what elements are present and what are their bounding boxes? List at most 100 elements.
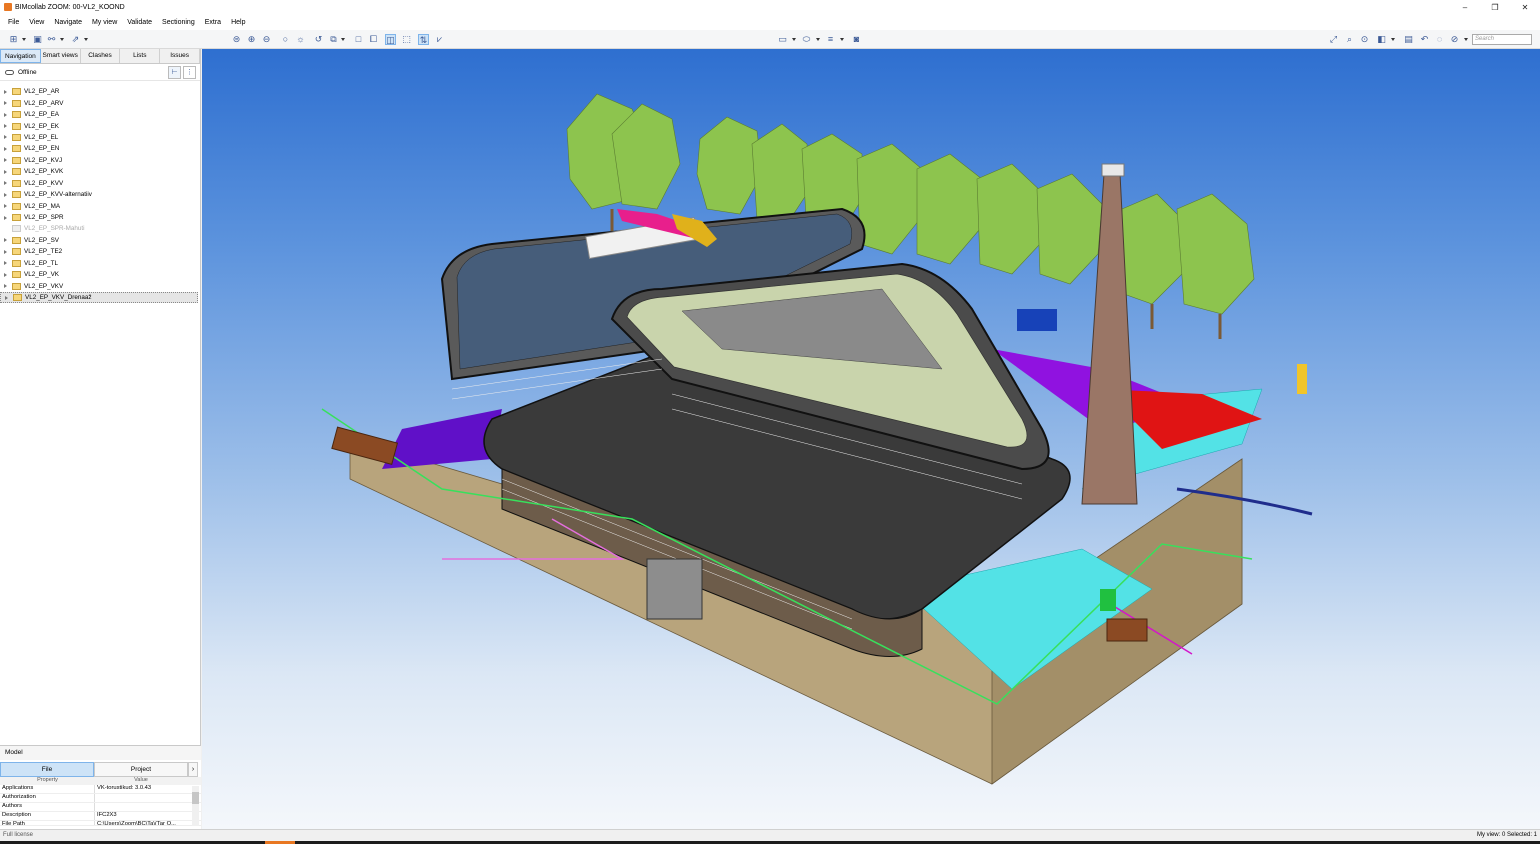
list-view-icon[interactable]: ⋮ [183,66,196,79]
tree-view-icon[interactable]: ⊢ [168,66,181,79]
line-style-icon[interactable]: ▭ [777,34,788,45]
display-mode-icon[interactable]: ◧ [1376,34,1387,45]
tree-item[interactable]: VL2_EP_SPR [0,212,200,223]
expand-icon[interactable] [4,146,7,151]
box-select-icon[interactable]: □ [353,34,364,45]
tree-item[interactable]: VL2_EP_EA [0,109,200,120]
menu-validate[interactable]: Validate [127,19,152,26]
hide-icon[interactable]: ◌ [1434,34,1445,45]
orbit-icon[interactable]: ○ [280,34,291,45]
expand-icon[interactable] [4,261,7,266]
tab-clashes[interactable]: Clashes [81,49,121,63]
3d-viewport[interactable] [202,49,1540,829]
snapshot-icon[interactable]: ◙ [851,34,862,45]
fit-view-icon[interactable]: ⤢ [1328,34,1339,45]
undo-view-icon[interactable]: ↺ [313,34,324,45]
menu-sectioning[interactable]: Sectioning [162,19,195,26]
tree-item[interactable]: VL2_EP_VK [0,269,200,280]
tab-file[interactable]: File [0,762,94,777]
table-row[interactable]: File Path C:\Users\Zoom\BC\Ta\(Tar O... [0,821,201,826]
tab-smart-views[interactable]: Smart views [41,49,81,63]
isolate-icon[interactable]: ⊘ [1449,34,1460,45]
chevron-down-icon[interactable] [341,38,345,41]
chevron-down-icon[interactable] [22,38,26,41]
save-view-icon[interactable]: ▤ [1403,34,1414,45]
expand-icon[interactable] [4,181,7,186]
properties-scrollbar[interactable] [192,786,199,826]
menu-file[interactable]: File [8,19,19,26]
table-row[interactable]: Description IFC2X3 [0,812,201,821]
tree-item[interactable]: VL2_EP_TE2 [0,246,200,257]
tree-item[interactable]: VL2_EP_EN [0,143,200,154]
menu-help[interactable]: Help [231,19,245,26]
table-row[interactable]: Authors [0,803,201,812]
expand-icon[interactable] [4,124,7,129]
expand-icon[interactable] [4,204,7,209]
tree-item[interactable]: VL2_EP_TL [0,258,200,269]
tree-item[interactable]: VL2_EP_KVV-alternatiiv [0,189,200,200]
table-row[interactable]: Applications VK-torustikud: 3.0.43 [0,785,201,794]
rotate-left-icon[interactable]: ↶ [1419,34,1430,45]
chevron-down-icon[interactable] [792,38,796,41]
tree-item[interactable]: VL2_EP_SPR-Mahuti [0,223,200,234]
chevron-down-icon[interactable] [840,38,844,41]
tree-item[interactable]: VL2_EP_KVV [0,178,200,189]
menu-my-view[interactable]: My view [92,19,117,26]
tab-issues[interactable]: Issues [160,49,200,63]
expand-icon[interactable] [4,238,7,243]
expand-icon[interactable] [4,249,7,254]
menu-view[interactable]: View [29,19,44,26]
tab-project[interactable]: Project [94,762,188,777]
expand-icon[interactable] [4,192,7,197]
tree-item-selected[interactable]: VL2_EP_VKV_Drenaaž [0,291,198,304]
table-row[interactable]: Authorization [0,794,201,803]
ellipse-icon[interactable]: ⬭ [801,34,812,45]
expand-icon[interactable] [4,89,7,94]
minimize-button[interactable]: – [1450,0,1480,14]
camera-icon[interactable]: ⧉ [328,34,339,45]
chevron-down-icon[interactable] [816,38,820,41]
cube-icon[interactable]: ⬚ [401,34,412,45]
zoom-in-icon[interactable]: ⊕ [246,34,257,45]
menu-navigate[interactable]: Navigate [54,19,82,26]
zoom-selection-icon[interactable]: ⊙ [1359,34,1370,45]
chevron-down-icon[interactable] [84,38,88,41]
restore-button[interactable]: ❐ [1480,0,1510,14]
menu-extra[interactable]: Extra [205,19,221,26]
close-button[interactable]: ✕ [1510,0,1540,14]
walk-icon[interactable]: ⇅ [418,34,429,45]
layers-icon[interactable]: ≡ [825,34,836,45]
measure-icon[interactable]: ⩗ [434,34,445,45]
tree-item[interactable]: VL2_EP_EL [0,132,200,143]
tree-item[interactable]: VL2_EP_KVJ [0,155,200,166]
save-icon[interactable]: ▣ [32,34,43,45]
tree-item[interactable]: VL2_EP_AR [0,86,200,97]
open-file-icon[interactable]: ⊞ [8,34,19,45]
zoom-search-icon[interactable]: ⌕ [1344,34,1355,45]
expand-icon[interactable] [4,101,7,106]
tree-item[interactable]: VL2_EP_KVK [0,166,200,177]
section-box-icon[interactable]: ◫ [385,34,396,45]
light-icon[interactable]: ☼ [295,34,306,45]
box-multi-icon[interactable]: ⧠ [368,34,379,45]
expand-icon[interactable] [5,295,8,300]
search-input[interactable]: Search [1472,34,1532,45]
tree-item[interactable]: VL2_EP_ARV [0,97,200,108]
chevron-down-icon[interactable] [1464,38,1468,41]
tab-lists[interactable]: Lists [120,49,161,63]
expand-icon[interactable] [4,169,7,174]
expand-icon[interactable] [4,215,7,220]
share-icon[interactable]: ⇗ [70,34,81,45]
expand-icon[interactable] [4,135,7,140]
tree-item[interactable]: VL2_EP_MA [0,200,200,211]
chevron-down-icon[interactable] [60,38,64,41]
zoom-extents-icon[interactable]: ⊜ [231,34,242,45]
expand-icon[interactable] [4,284,7,289]
expand-icon[interactable] [4,158,7,163]
expand-icon[interactable] [4,272,7,277]
expand-icon[interactable] [4,112,7,117]
tree-item[interactable]: VL2_EP_EK [0,120,200,131]
scrollbar-thumb[interactable] [192,792,199,804]
tree-item[interactable]: VL2_EP_VKV [0,280,200,291]
chevron-right-icon[interactable]: › [188,762,198,777]
